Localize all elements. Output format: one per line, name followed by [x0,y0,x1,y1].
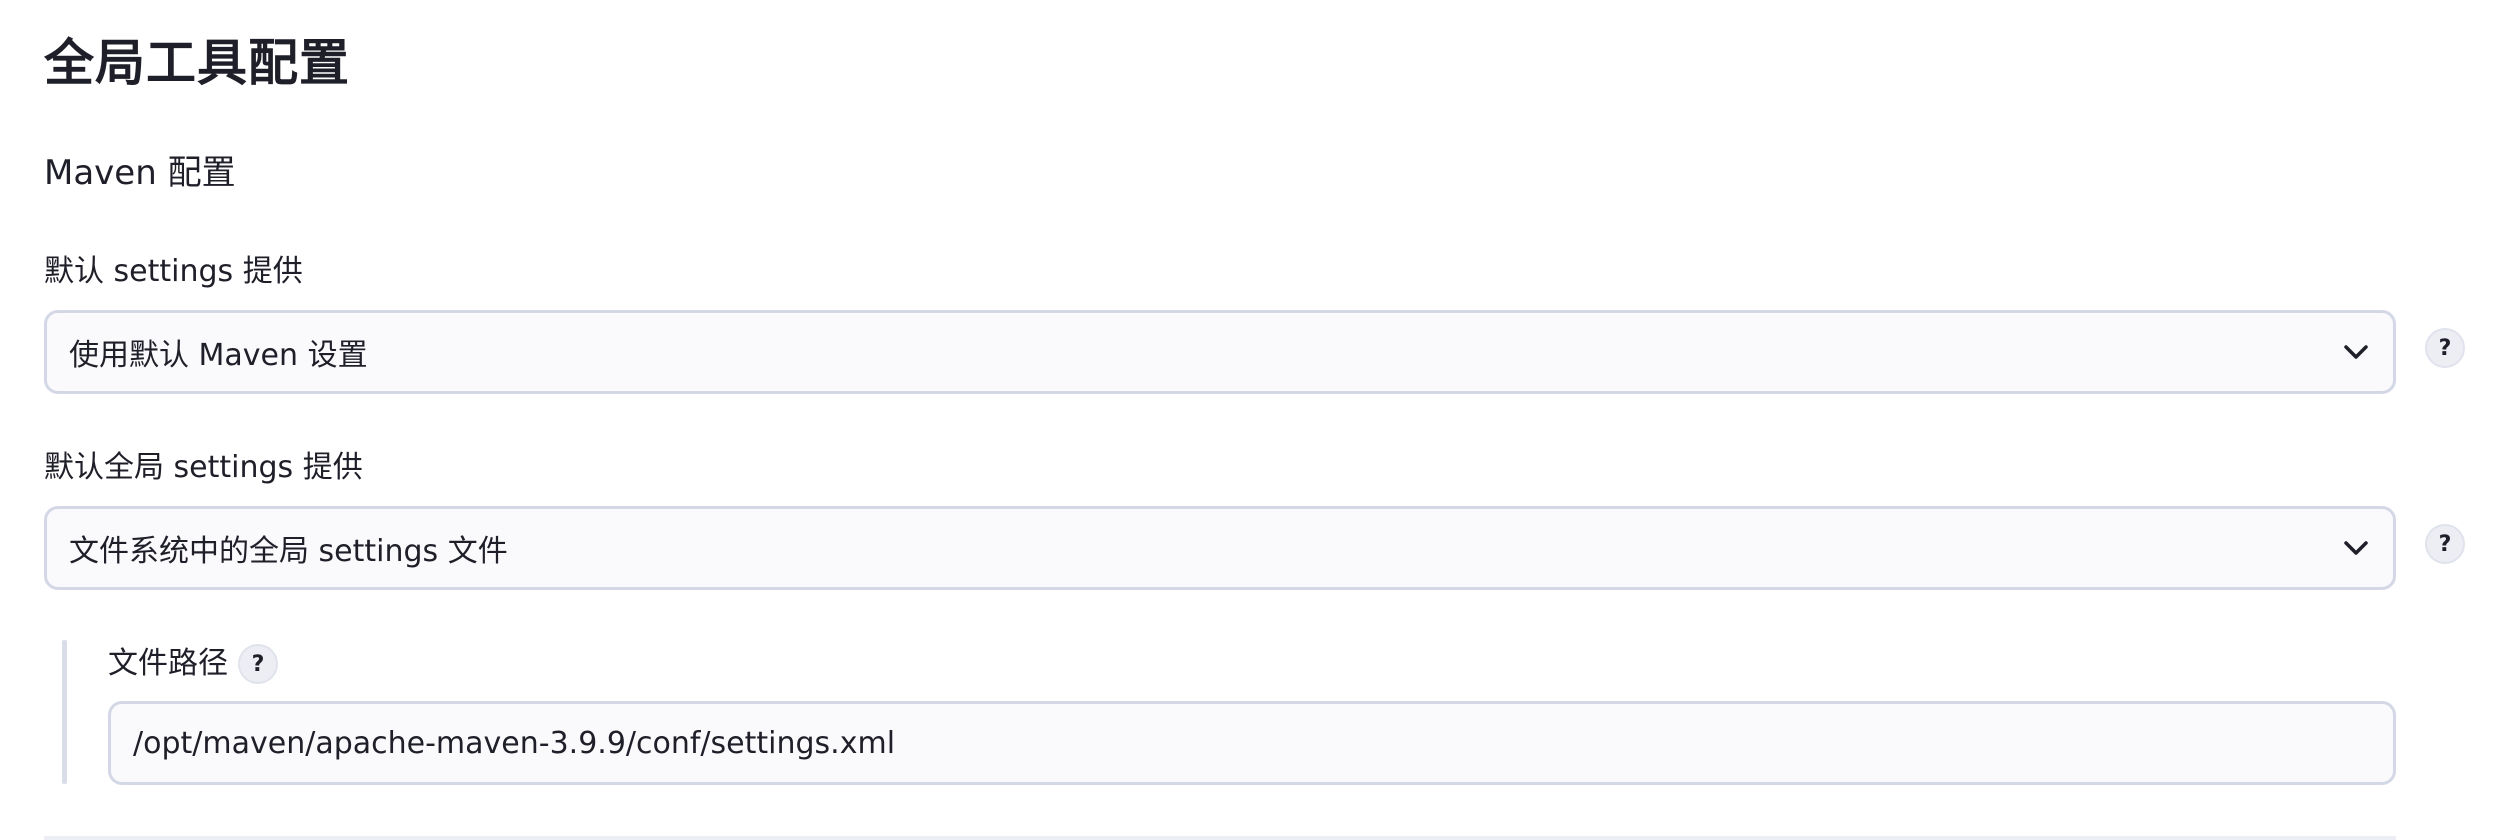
chevron-down-icon [2344,541,2368,555]
nested-section-indicator [62,640,67,784]
maven-section-title: Maven 配置 [44,153,236,193]
default-global-settings-help-button[interactable]: ? [2425,524,2465,564]
default-global-settings-select[interactable]: 文件系统中的全局 settings 文件 [44,506,2396,590]
default-settings-label: 默认 settings 提供 [44,254,303,289]
page-title: 全局工具配置 [44,34,350,92]
default-settings-selected-value: 使用默认 Maven 设置 [69,338,368,373]
default-global-settings-label: 默认全局 settings 提供 [44,450,363,485]
default-settings-help-button[interactable]: ? [2425,328,2465,368]
file-path-help-button[interactable]: ? [238,644,278,684]
chevron-down-icon [2344,345,2368,359]
help-icon: ? [251,651,265,677]
section-divider [44,836,2396,840]
file-path-label: 文件路径 [108,646,228,681]
help-icon: ? [2438,335,2452,361]
file-path-input[interactable] [108,701,2396,785]
help-icon: ? [2438,531,2452,557]
default-settings-select[interactable]: 使用默认 Maven 设置 [44,310,2396,394]
default-global-settings-selected-value: 文件系统中的全局 settings 文件 [69,534,508,569]
